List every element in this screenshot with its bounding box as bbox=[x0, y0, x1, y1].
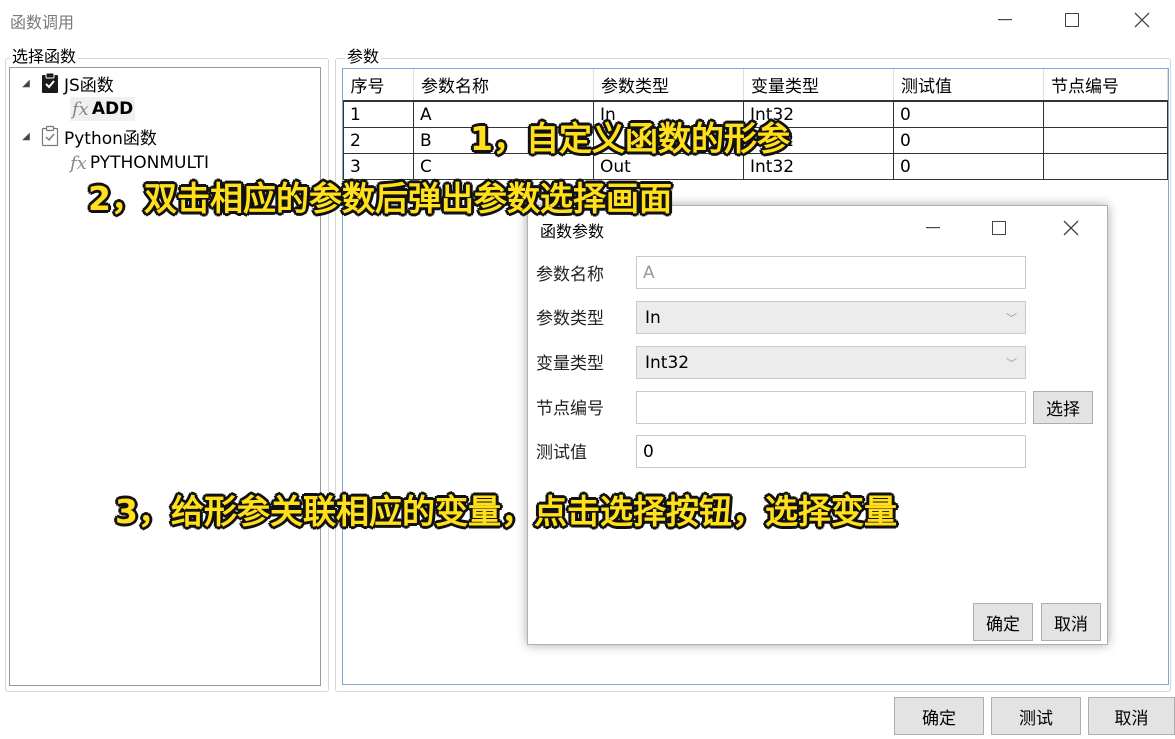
col-header-ptype[interactable]: 参数类型 bbox=[593, 69, 744, 102]
cell-test[interactable]: 0 bbox=[893, 127, 1044, 154]
dialog-cancel-button[interactable]: 取消 bbox=[1041, 603, 1101, 641]
window-title: 函数调用 bbox=[10, 13, 75, 32]
clipboard-filled-icon bbox=[42, 72, 58, 93]
ok-button[interactable]: 确定 bbox=[894, 697, 984, 735]
close-icon bbox=[1063, 220, 1079, 236]
tree-label-js: JS函数 bbox=[64, 75, 114, 96]
param-dialog: 函数参数 参数名称 A 参数类型 In ﹀ 变量类型 Int32 ﹀ 节点编号 … bbox=[527, 205, 1108, 645]
minimize-button[interactable] bbox=[982, 0, 1028, 40]
cell-node[interactable] bbox=[1043, 100, 1168, 128]
node-id-field[interactable] bbox=[636, 391, 1026, 424]
cell-index[interactable]: 2 bbox=[343, 127, 414, 154]
param-type-select[interactable]: In ﹀ bbox=[636, 301, 1026, 334]
annotation-2: 2，双击相应的参数后弹出参数选择画面 bbox=[88, 179, 672, 218]
chevron-down-icon: ﹀ bbox=[1006, 357, 1017, 370]
test-value-field[interactable]: 0 bbox=[636, 435, 1026, 468]
cell-test[interactable]: 0 bbox=[893, 100, 1044, 128]
tree-node-js[interactable]: ◢ JS函数 bbox=[18, 71, 114, 96]
cell-index[interactable]: 1 bbox=[343, 100, 414, 128]
tree-label-add: ADD bbox=[91, 99, 134, 119]
param-name-label: 参数名称 bbox=[536, 265, 604, 285]
var-type-value: Int32 bbox=[645, 352, 690, 373]
annotation-1: 1，自定义函数的形参 bbox=[470, 119, 790, 158]
minimize-icon bbox=[998, 19, 1012, 21]
node-id-label: 节点编号 bbox=[536, 399, 604, 419]
param-type-label: 参数类型 bbox=[536, 309, 604, 329]
col-header-name[interactable]: 参数名称 bbox=[413, 69, 594, 102]
param-type-value: In bbox=[645, 307, 661, 328]
maximize-icon bbox=[992, 221, 1006, 235]
var-type-select[interactable]: Int32 ﹀ bbox=[636, 346, 1026, 379]
close-icon bbox=[1134, 12, 1150, 28]
cell-node[interactable] bbox=[1043, 127, 1168, 154]
select-variable-button[interactable]: 选择 bbox=[1033, 391, 1093, 424]
cancel-button[interactable]: 取消 bbox=[1088, 697, 1175, 735]
expand-arrow-icon[interactable]: ◢ bbox=[18, 131, 34, 142]
cell-node[interactable] bbox=[1043, 153, 1168, 180]
tree-label-python: Python函数 bbox=[64, 128, 157, 149]
dialog-close-button[interactable] bbox=[1048, 206, 1094, 250]
fx-icon: fx bbox=[70, 152, 87, 174]
table-header-row: 序号 参数名称 参数类型 变量类型 测试值 节点编号 bbox=[343, 69, 1168, 102]
col-header-index[interactable]: 序号 bbox=[343, 69, 414, 102]
expand-arrow-icon[interactable]: ◢ bbox=[18, 78, 34, 89]
dialog-ok-button[interactable]: 确定 bbox=[973, 603, 1033, 641]
tree-label-pythonmulti: PYTHONMULTI bbox=[89, 153, 209, 173]
close-button[interactable] bbox=[1119, 0, 1165, 40]
param-name-field[interactable]: A bbox=[636, 256, 1026, 289]
col-header-test[interactable]: 测试值 bbox=[893, 69, 1044, 102]
clipboard-outline-icon bbox=[41, 125, 59, 147]
test-button[interactable]: 测试 bbox=[991, 697, 1081, 735]
annotation-3: 3，给形参关联相应的变量，点击选择按钮，选择变量 bbox=[115, 492, 897, 531]
dialog-maximize-button[interactable] bbox=[976, 206, 1022, 250]
maximize-icon bbox=[1065, 13, 1079, 27]
dialog-title: 函数参数 bbox=[540, 222, 605, 241]
dialog-minimize-button[interactable] bbox=[910, 206, 956, 250]
cell-test[interactable]: 0 bbox=[893, 153, 1044, 180]
col-header-vtype[interactable]: 变量类型 bbox=[743, 69, 894, 102]
tree-leaf-add[interactable]: fx ADD bbox=[70, 97, 136, 121]
function-select-label: 选择函数 bbox=[10, 47, 79, 66]
test-value-label: 测试值 bbox=[536, 443, 587, 463]
tree-node-python[interactable]: ◢ Python函数 bbox=[18, 124, 157, 149]
params-label: 参数 bbox=[345, 47, 382, 66]
function-tree[interactable]: ◢ JS函数 fx ADD ◢ Python函数 fx PYTHONMULTI bbox=[9, 67, 321, 686]
maximize-button[interactable] bbox=[1049, 0, 1095, 40]
var-type-label: 变量类型 bbox=[536, 354, 604, 374]
minimize-icon bbox=[926, 227, 940, 229]
fx-icon: fx bbox=[72, 98, 89, 120]
col-header-node[interactable]: 节点编号 bbox=[1043, 69, 1168, 102]
chevron-down-icon: ﹀ bbox=[1006, 312, 1017, 325]
